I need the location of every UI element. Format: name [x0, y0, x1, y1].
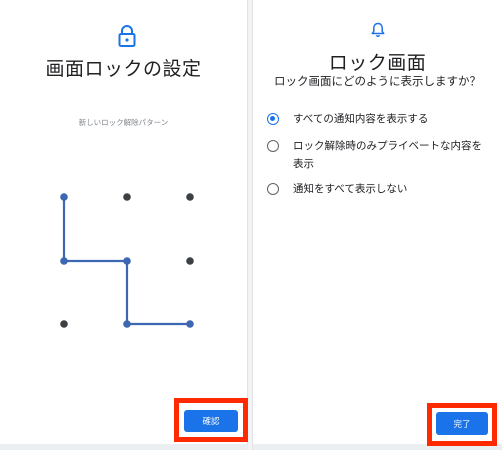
page-title: 画面ロックの設定 — [45, 58, 202, 80]
page-subtitle: ロック画面にどのように表示しますか？ — [274, 74, 481, 88]
pattern-dot — [60, 320, 68, 328]
bell-icon — [371, 22, 385, 37]
option-label: ロック解除時のみプライベートな内容を表示 — [293, 140, 482, 170]
option-private-when-unlocked[interactable]: ロック解除時のみプライベートな内容を表示 — [267, 137, 483, 173]
pattern-caption: 新しいロック解除パターン — [78, 118, 169, 127]
done-button[interactable]: 完了 — [436, 412, 488, 435]
option-label: 通知をすべて表示しない — [293, 183, 408, 195]
pattern-dot — [123, 193, 131, 201]
pattern-dot — [123, 320, 131, 328]
pattern-dot — [186, 257, 194, 265]
pattern-dot — [60, 193, 68, 201]
lock-icon — [118, 25, 136, 47]
pattern-dot — [186, 193, 194, 201]
radio-button[interactable] — [267, 140, 279, 152]
radio-button[interactable] — [267, 183, 279, 195]
pattern-dot — [123, 257, 131, 265]
lock-pattern-screen: 画面ロックの設定 新しいロック解除パターン 確認 — [0, 0, 248, 450]
pattern-dot — [60, 257, 68, 265]
bottom-divider — [0, 444, 248, 450]
option-hide-all[interactable]: 通知をすべて表示しない — [267, 180, 483, 198]
option-label: すべての通知内容を表示する — [293, 113, 429, 125]
pattern-dot — [186, 320, 194, 328]
pattern-grid[interactable] — [0, 175, 248, 345]
radio-button[interactable] — [267, 113, 279, 125]
option-show-all[interactable]: すべての通知内容を表示する — [267, 110, 483, 128]
lock-screen-notifications-screen: ロック画面 ロック画面にどのように表示しますか？ すべての通知内容を表示する ロ… — [252, 0, 502, 450]
page-title: ロック画面 — [328, 52, 427, 74]
confirm-button[interactable]: 確認 — [184, 410, 238, 432]
